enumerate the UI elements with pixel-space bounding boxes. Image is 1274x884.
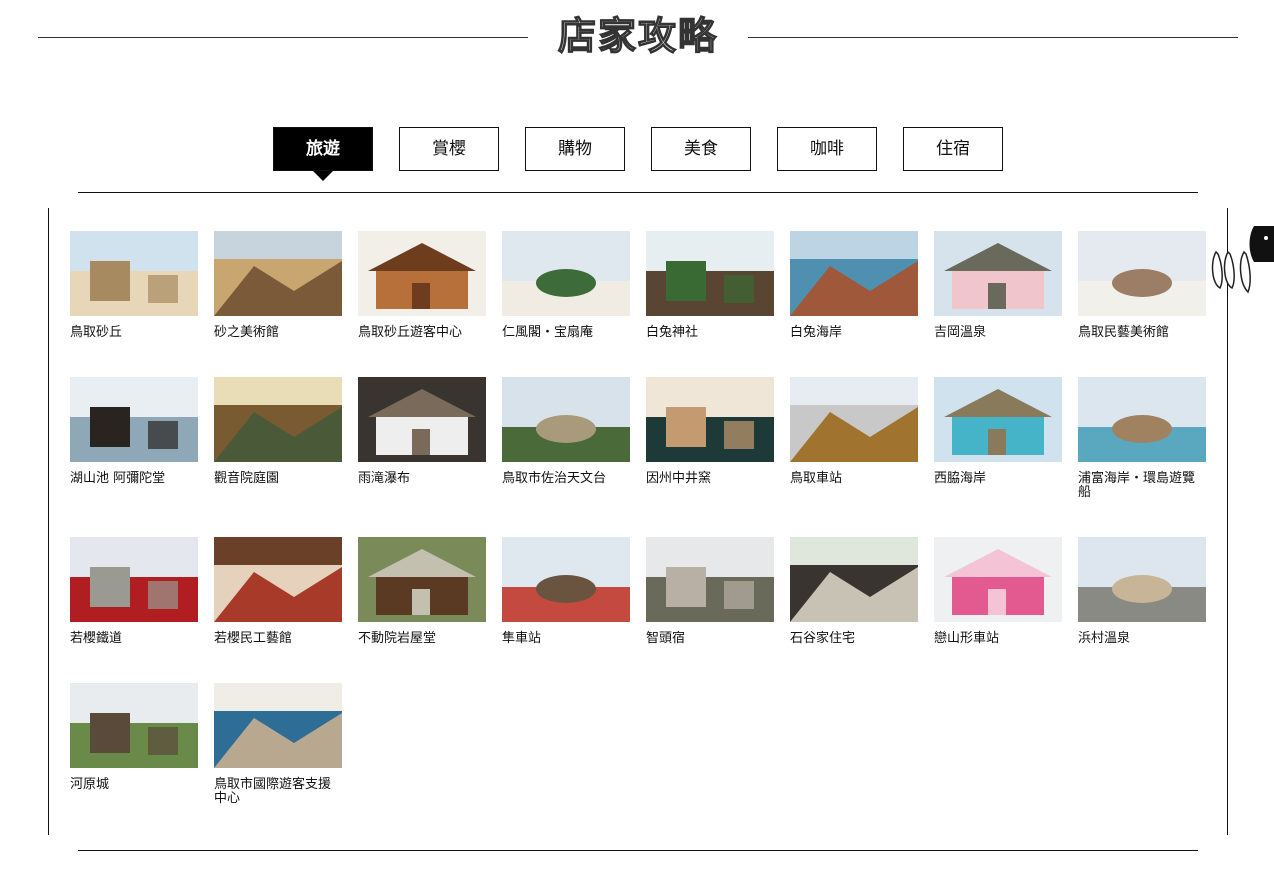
spot-card[interactable]: 智頭宿 (646, 537, 774, 646)
spot-photo[interactable] (934, 537, 1062, 622)
tab-2[interactable]: 賞櫻 (399, 127, 499, 171)
spot-card[interactable]: 戀山形車站 (934, 537, 1062, 646)
spot-card[interactable]: 砂之美術館 (214, 231, 342, 340)
spot-photo[interactable] (214, 377, 342, 462)
spot-card[interactable]: 白兔海岸 (790, 231, 918, 340)
spot-name[interactable]: 鳥取市佐治天文台 (502, 472, 630, 486)
spot-card[interactable]: 若櫻民工藝館 (214, 537, 342, 646)
spot-card[interactable]: 湖山池 阿彌陀堂 (70, 377, 198, 486)
spot-photo[interactable] (1078, 377, 1206, 462)
spot-photo[interactable] (1078, 537, 1206, 622)
spot-photo[interactable] (502, 537, 630, 622)
content-divider-bottom (78, 850, 1198, 851)
spot-photo[interactable] (790, 537, 918, 622)
spot-name[interactable]: 隼車站 (502, 632, 630, 646)
spot-card[interactable]: 觀音院庭園 (214, 377, 342, 486)
spot-photo[interactable] (214, 537, 342, 622)
rabbit-mascot-icon[interactable] (1208, 222, 1274, 296)
spot-name[interactable]: 吉岡溫泉 (934, 326, 1062, 340)
spot-name[interactable]: 鳥取車站 (790, 472, 918, 486)
spot-card[interactable]: 仁風閣・宝扇庵 (502, 231, 630, 340)
spot-card[interactable]: 不動院岩屋堂 (358, 537, 486, 646)
spot-name[interactable]: 白兔海岸 (790, 326, 918, 340)
spot-name[interactable]: 石谷家住宅 (790, 632, 918, 646)
spot-name[interactable]: 白兔神社 (646, 326, 774, 340)
spot-card[interactable]: 因州中井窯 (646, 377, 774, 486)
spot-card[interactable]: 河原城 (70, 683, 198, 792)
spot-name[interactable]: 若櫻民工藝館 (214, 632, 342, 646)
spot-photo[interactable] (214, 683, 342, 768)
spot-photo[interactable] (934, 377, 1062, 462)
spot-name[interactable]: 戀山形車站 (934, 632, 1062, 646)
spot-card[interactable]: 鳥取砂丘遊客中心 (358, 231, 486, 340)
spot-name[interactable]: 觀音院庭園 (214, 472, 342, 486)
spot-name[interactable]: 西脇海岸 (934, 472, 1062, 486)
spot-name[interactable]: 鳥取市國際遊客支援中心 (214, 778, 342, 806)
spot-photo[interactable] (70, 231, 198, 316)
spot-name[interactable]: 湖山池 阿彌陀堂 (70, 472, 198, 486)
spot-name[interactable]: 不動院岩屋堂 (358, 632, 486, 646)
spot-name[interactable]: 仁風閣・宝扇庵 (502, 326, 630, 340)
spot-name[interactable]: 鳥取砂丘遊客中心 (358, 326, 486, 340)
spot-photo[interactable] (502, 377, 630, 462)
spot-photo[interactable] (646, 537, 774, 622)
page-title: 店家攻略 (557, 12, 718, 58)
spot-photo[interactable] (70, 683, 198, 768)
content-border-left (48, 208, 49, 835)
tab-1[interactable]: 旅遊 (273, 127, 373, 181)
spot-name[interactable]: 浜村溫泉 (1078, 632, 1206, 646)
tab-6[interactable]: 住宿 (903, 127, 1003, 171)
spot-card[interactable]: 隼車站 (502, 537, 630, 646)
spot-card[interactable]: 西脇海岸 (934, 377, 1062, 486)
title-rule-right (748, 37, 1238, 38)
spot-name[interactable]: 浦富海岸・環島遊覽船 (1078, 472, 1206, 500)
spot-photo[interactable] (502, 231, 630, 316)
spot-card[interactable]: 鳥取民藝美術館 (1078, 231, 1206, 340)
spot-card[interactable]: 雨滝瀑布 (358, 377, 486, 486)
tab-4[interactable]: 美食 (651, 127, 751, 171)
spot-photo[interactable] (1078, 231, 1206, 316)
spot-photo[interactable] (358, 537, 486, 622)
spot-photo[interactable] (70, 537, 198, 622)
spot-name[interactable]: 鳥取砂丘 (70, 326, 198, 340)
spot-card[interactable]: 鳥取車站 (790, 377, 918, 486)
spot-photo[interactable] (358, 377, 486, 462)
spot-photo[interactable] (646, 377, 774, 462)
spot-photo[interactable] (70, 377, 198, 462)
tab-3[interactable]: 購物 (525, 127, 625, 171)
spot-name[interactable]: 鳥取民藝美術館 (1078, 326, 1206, 340)
spot-name[interactable]: 雨滝瀑布 (358, 472, 486, 486)
title-rule-left (38, 37, 528, 38)
spot-card[interactable]: 浦富海岸・環島遊覽船 (1078, 377, 1206, 500)
spot-name[interactable]: 砂之美術館 (214, 326, 342, 340)
spot-photo[interactable] (934, 231, 1062, 316)
spot-name[interactable]: 因州中井窯 (646, 472, 774, 486)
spot-name[interactable]: 智頭宿 (646, 632, 774, 646)
spot-photo[interactable] (790, 231, 918, 316)
spot-card[interactable]: 浜村溫泉 (1078, 537, 1206, 646)
spot-photo[interactable] (214, 231, 342, 316)
spot-card[interactable]: 鳥取砂丘 (70, 231, 198, 340)
spot-card[interactable]: 若櫻鐵道 (70, 537, 198, 646)
spot-card[interactable]: 白兔神社 (646, 231, 774, 340)
tab-divider (78, 192, 1198, 193)
spot-photo[interactable] (358, 231, 486, 316)
spot-photo[interactable] (646, 231, 774, 316)
tab-5[interactable]: 咖啡 (777, 127, 877, 171)
spot-name[interactable]: 河原城 (70, 778, 198, 792)
spot-card[interactable]: 吉岡溫泉 (934, 231, 1062, 340)
spot-name[interactable]: 若櫻鐵道 (70, 632, 198, 646)
spot-card[interactable]: 鳥取市國際遊客支援中心 (214, 683, 342, 806)
spot-photo[interactable] (790, 377, 918, 462)
content-border-right (1227, 208, 1228, 835)
spot-card[interactable]: 石谷家住宅 (790, 537, 918, 646)
spot-card[interactable]: 鳥取市佐治天文台 (502, 377, 630, 486)
